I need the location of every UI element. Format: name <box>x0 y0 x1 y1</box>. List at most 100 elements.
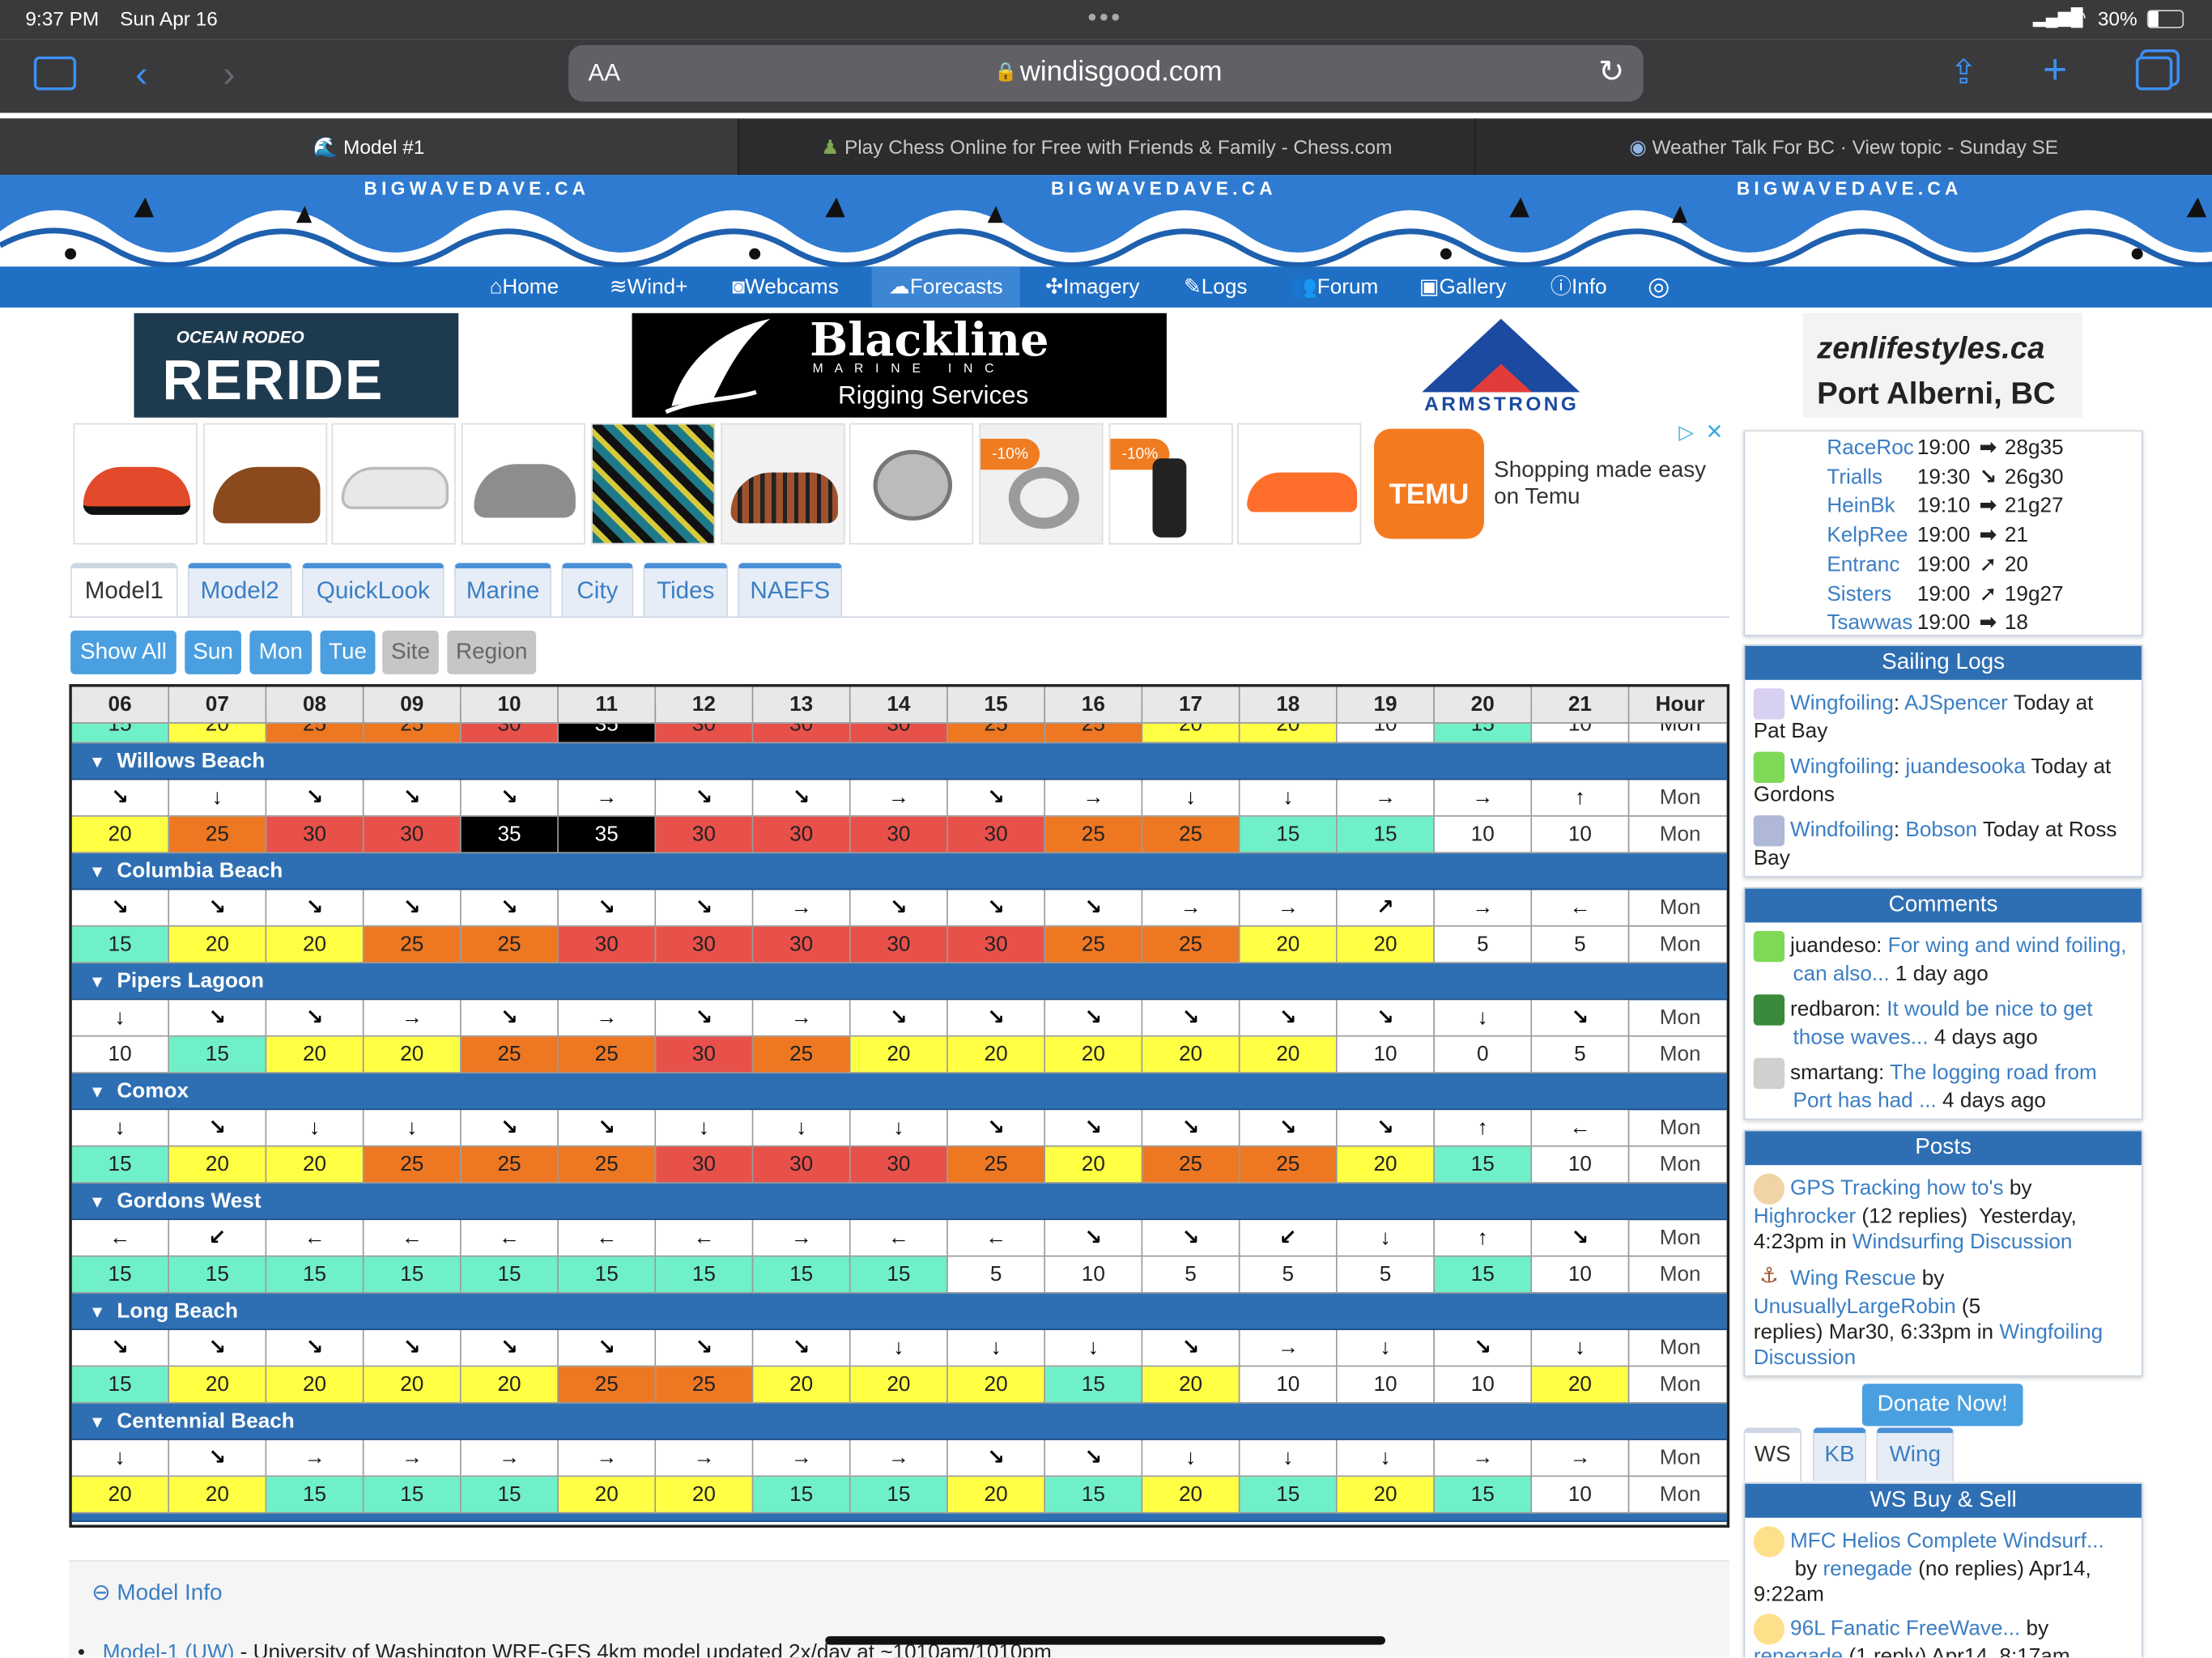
product-thumb-clog[interactable] <box>331 423 456 545</box>
tab-tides[interactable]: Tides <box>643 563 729 617</box>
tab-naefs[interactable]: NAEFS <box>738 563 843 617</box>
hour-header[interactable]: 08 <box>266 687 364 724</box>
nav-wind[interactable]: ≋Wind+ <box>610 266 688 308</box>
listing-title[interactable]: 96L Fanatic FreeWave... <box>1790 1617 2020 1641</box>
temu-logo-icon[interactable]: TEMU <box>1374 428 1484 539</box>
comment-text-more[interactable]: Port has had ... <box>1793 1089 1937 1113</box>
reader-aa-button[interactable]: AA <box>589 59 621 87</box>
nav-forum[interactable]: 👥Forum <box>1291 266 1378 308</box>
listing-user[interactable]: renegade <box>1823 1558 1912 1582</box>
location-header[interactable]: ▼ Pipers Lagoon <box>71 963 1727 1001</box>
sidebar-toggle-icon[interactable] <box>33 56 77 91</box>
log-sport[interactable]: Windfoiling <box>1790 818 1894 843</box>
location-header[interactable]: ▼ Long Beach <box>71 1293 1727 1331</box>
new-tab-icon[interactable]: + <box>2043 49 2068 91</box>
url-text[interactable]: windisgood.com <box>1020 57 1223 89</box>
hour-header[interactable]: 12 <box>656 687 754 724</box>
filter-mon[interactable]: Mon <box>249 630 313 674</box>
hour-header[interactable]: 06 <box>71 687 170 724</box>
comment-item[interactable]: juandeso: For wing and wind foiling, can … <box>1753 930 2138 988</box>
hour-column-header[interactable]: Hour <box>1629 687 1727 724</box>
hour-header[interactable]: 10 <box>461 687 559 724</box>
product-thumb-shoe[interactable] <box>721 423 845 545</box>
post-user[interactable]: Highrocker <box>1754 1205 1856 1229</box>
filter-tue[interactable]: Tue <box>320 630 376 674</box>
tab-ws[interactable]: WS <box>1743 1427 1802 1482</box>
station-row[interactable]: RaceRoc 19:00 ➡ 28g35 <box>1827 435 2063 460</box>
comment-text-more[interactable]: can also... <box>1793 962 1890 986</box>
post-title[interactable]: Wing Rescue <box>1790 1267 1916 1291</box>
location-header[interactable]: ▼ Comox <box>71 1073 1727 1111</box>
station-name[interactable]: Entranc <box>1827 553 1917 577</box>
tab-quicklook[interactable]: QuickLook <box>301 563 445 617</box>
comment-text[interactable]: For wing and wind foiling, <box>1888 933 2127 958</box>
reride-ad[interactable]: OCEAN RODEO RERIDE <box>134 312 459 418</box>
post-forum[interactable]: Discussion <box>1754 1346 1856 1370</box>
listing-item[interactable]: MFC Helios Complete Windsurf... by reneg… <box>1753 1526 2138 1608</box>
station-row[interactable]: HeinBk 19:10 ➡ 21g27 <box>1827 493 2063 519</box>
product-thumb-sneaker[interactable] <box>73 423 198 545</box>
listing-item[interactable]: 96L Fanatic FreeWave... by renegade (1 r… <box>1753 1613 2138 1657</box>
product-thumb-rug[interactable] <box>591 423 716 545</box>
station-name[interactable]: KelpRee <box>1827 524 1917 548</box>
hour-header[interactable]: 15 <box>947 687 1046 724</box>
filter-sun[interactable]: Sun <box>185 630 241 674</box>
donate-button[interactable]: Donate Now! <box>1861 1384 2023 1426</box>
model-info-toggle[interactable]: ⊖ Model Info <box>91 1579 222 1607</box>
station-row[interactable]: Sisters 19:00 ➚ 19g27 <box>1827 580 2063 606</box>
tab-model1[interactable]: Model1 <box>70 563 178 617</box>
product-thumb-loafer[interactable] <box>202 423 328 545</box>
collapse-triangle-icon[interactable]: ▼ <box>89 743 106 780</box>
forward-icon[interactable]: › <box>223 53 235 93</box>
comment-item[interactable]: smartang: The logging road from Port has … <box>1753 1057 2138 1115</box>
location-header[interactable]: ▼ Centennial Beach <box>71 1403 1727 1440</box>
comment-text[interactable]: It would be nice to get <box>1887 997 2092 1022</box>
ad-close-icon[interactable]: ✕ <box>1705 419 1723 444</box>
station-name[interactable]: Sisters <box>1827 582 1917 606</box>
browser-tab-model[interactable]: 🌊 Model #1 <box>0 118 738 176</box>
collapse-triangle-icon[interactable]: ▼ <box>89 1404 106 1440</box>
station-name[interactable]: RaceRoc <box>1827 436 1917 460</box>
nav-forecasts[interactable]: ☁Forecasts <box>871 266 1020 308</box>
tabs-overview-icon[interactable] <box>2135 56 2173 91</box>
hour-header[interactable]: 18 <box>1240 687 1338 724</box>
product-thumb-pump[interactable]: -10% <box>1108 423 1233 545</box>
log-user[interactable]: juandesooka <box>1905 755 2025 779</box>
log-user[interactable]: Bobson <box>1905 818 1977 843</box>
comment-text[interactable]: The logging road from <box>1890 1061 2097 1085</box>
hour-header[interactable]: 13 <box>753 687 851 724</box>
post-item[interactable]: GPS Tracking how to's by Highrocker (12 … <box>1753 1173 2138 1256</box>
nav-info[interactable]: ⓘInfo <box>1551 266 1607 308</box>
product-thumb-strainer[interactable] <box>849 423 974 545</box>
tab-marine[interactable]: Marine <box>454 563 552 617</box>
nav-gallery[interactable]: ▣Gallery <box>1419 266 1507 308</box>
product-thumb-boot[interactable] <box>461 423 586 545</box>
reload-icon[interactable]: ↻ <box>1598 53 1624 90</box>
hour-header[interactable]: 17 <box>1142 687 1240 724</box>
station-row[interactable]: KelpRee 19:00 ➡ 21 <box>1827 522 2028 548</box>
share-icon[interactable]: ⇪ <box>1950 53 1978 93</box>
filter-show-all[interactable]: Show All <box>70 630 177 674</box>
collapse-triangle-icon[interactable]: ▼ <box>89 1184 106 1220</box>
log-item[interactable]: Wingfoiling: AJSpencer Today at Pat Bay <box>1753 688 2138 745</box>
station-row[interactable]: Entranc 19:00 ➚ 20 <box>1827 551 2028 577</box>
station-name[interactable]: Tsawwas <box>1827 611 1917 636</box>
post-user[interactable]: UnusuallyLargeRobin <box>1754 1295 1956 1319</box>
station-name[interactable]: Trialls <box>1827 465 1917 489</box>
hour-header[interactable]: 21 <box>1532 687 1630 724</box>
post-item[interactable]: ⚓ Wing Rescue by UnusuallyLargeRobin (5 r… <box>1753 1264 2138 1371</box>
user-account-icon[interactable]: ◎ <box>1648 266 1670 308</box>
nav-webcams[interactable]: ◙Webcams <box>732 266 839 308</box>
location-header[interactable]: ▼ Gordons West <box>71 1183 1727 1221</box>
tab-wing[interactable]: Wing <box>1876 1427 1955 1482</box>
hour-header[interactable]: 11 <box>558 687 657 724</box>
back-icon[interactable]: ‹ <box>135 53 147 93</box>
armstrong-ad[interactable]: ARMSTRONG <box>1371 312 1632 418</box>
log-sport[interactable]: Wingfoiling <box>1790 691 1894 716</box>
collapse-triangle-icon[interactable]: ▼ <box>89 1073 106 1110</box>
station-name[interactable]: HeinBk <box>1827 495 1917 519</box>
hour-header[interactable]: 14 <box>850 687 948 724</box>
filter-site[interactable]: Site <box>382 630 439 674</box>
temu-ad-text[interactable]: Shopping made easy on Temu <box>1494 457 1728 511</box>
tab-kb[interactable]: KB <box>1812 1427 1867 1482</box>
